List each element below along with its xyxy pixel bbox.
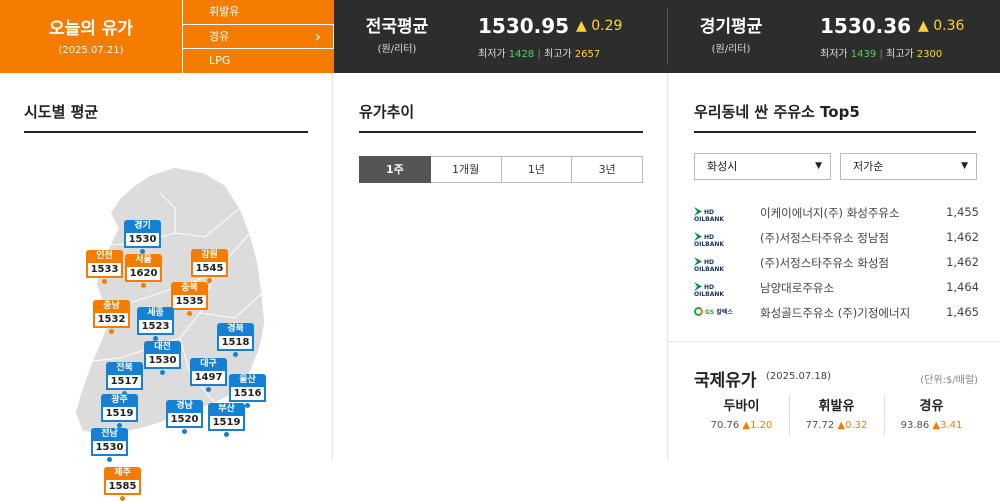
up-triangle-icon: ▲ [918,18,929,34]
national-average-price: 1530.95 [478,14,570,38]
tab-1-month[interactable]: 1개월 [430,156,502,183]
hd-hyundai-oilbank-logo: HD OILBANK [694,232,725,248]
station-row[interactable]: HD OILBANK 이케이에너지(주) 화성주유소 1,455 [694,203,979,223]
region-badge-gyeongnam[interactable]: 경남 1520 [166,400,203,434]
fuel-menu-item-diesel[interactable]: 경유 › [182,24,334,49]
gyeonggi-average-label: 경기평균 [699,17,763,37]
region-badge-daejeon[interactable]: 대전 1530 [144,341,181,375]
regional-average-title: 시도별 평균 [24,103,99,121]
today-date: (2025.07.21) [58,45,124,56]
region-badge-busan[interactable]: 부산 1519 [208,403,245,437]
intl-oil-dubai: 두바이 70.76 ▲1.20 [710,399,773,431]
region-badge-seoul[interactable]: 서울 1620 [125,254,162,288]
caret-down-icon: ▼ [961,161,968,171]
region-select[interactable]: 화성시 ▼ [694,153,831,180]
up-triangle-icon: ▲ [837,420,846,431]
station-row[interactable]: HD OILBANK (주)서정스타주유소 화성점 1,462 [694,253,979,273]
region-badge-gangwon[interactable]: 강원 1545 [191,249,228,283]
international-oil-title: 국제유가 [694,371,757,391]
national-average-change: ▲ 0.29 [576,18,623,34]
hd-hyundai-oilbank-logo: HD OILBANK [694,207,725,223]
period-tabs: 1주 1개월 1년 3년 [359,156,643,183]
price-trend-panel: 유가추이 1주 1개월 1년 3년 [333,73,668,459]
station-row[interactable]: HD OILBANK 남양대로주유소 1,464 [694,278,979,298]
region-badge-chungnam[interactable]: 충남 1532 [93,300,130,334]
national-average-unit: (원/리터) [377,44,417,55]
intl-oil-diesel: 경유 93.86 ▲3.41 [900,399,963,431]
hd-hyundai-oilbank-logo: HD OILBANK [694,257,725,273]
up-triangle-icon: ▲ [932,420,941,431]
chevron-right-icon: › [314,27,321,47]
gyeonggi-min-max: 최저가 1439 | 최고가 2300 [820,49,943,60]
tab-1-year[interactable]: 1년 [501,156,573,183]
region-badge-gwangju[interactable]: 광주 1519 [101,394,138,428]
international-oil-date: (2025.07.18) [766,371,832,382]
gyeonggi-average-change: ▲ 0.36 [918,18,965,34]
up-triangle-icon: ▲ [576,18,587,34]
caret-down-icon: ▼ [815,161,822,171]
top5-panel: 우리동네 싼 주유소 Top5 화성시 ▼ 저가순 ▼ HD OILBANK 이케이… [668,73,1000,459]
gs-caltex-logo: GS 칼텍스 [694,307,739,319]
section-underline [694,131,976,133]
station-row[interactable]: HD OILBANK (주)서정스타주유소 정남점 1,462 [694,228,979,248]
fuel-menu-item-lpg[interactable]: LPG [182,48,334,73]
gyeonggi-average: 경기평균 (원/리터) 1530.36 ▲ 0.36 최저가 1439 | 최고… [686,0,996,73]
intl-oil-gasoline: 휘발유 77.72 ▲0.32 [805,399,868,431]
top-bar: 오늘의 유가 (2025.07.21) 휘발유 경유 › LPG 전국평균 (원/… [0,0,1000,73]
section-underline [359,131,643,133]
international-oil-unit: (단위:$/배럴) [920,375,978,386]
section-divider [668,341,1000,342]
national-average: 전국평균 (원/리터) 1530.95 ▲ 0.29 최저가 1428 | 최고… [352,0,662,73]
gyeonggi-average-price: 1530.36 [820,14,912,38]
up-triangle-icon: ▲ [742,420,751,431]
national-min-max: 최저가 1428 | 최고가 2657 [478,49,601,60]
region-badge-chungbuk[interactable]: 충북 1535 [171,282,208,316]
tab-1-week[interactable]: 1주 [359,156,431,183]
region-badge-jeonnam[interactable]: 전남 1530 [91,428,128,462]
region-badge-daegu[interactable]: 대구 1497 [190,358,227,392]
region-badge-sejong[interactable]: 세종 1523 [137,307,174,341]
sort-select[interactable]: 저가순 ▼ [840,153,977,180]
gyeonggi-average-unit: (원/리터) [711,44,751,55]
region-badge-jeonbuk[interactable]: 전북 1517 [106,362,143,396]
hd-hyundai-oilbank-logo: HD OILBANK [694,282,725,298]
region-badge-gyeongbuk[interactable]: 경북 1518 [217,323,254,357]
header-divider [667,8,668,65]
fuel-menu: 휘발유 경유 › LPG [182,0,334,73]
today-price-box: 오늘의 유가 (2025.07.21) [0,0,182,73]
national-average-label: 전국평균 [365,17,429,37]
region-badge-jeju[interactable]: 제주 1585 [104,467,141,501]
tab-3-years[interactable]: 3년 [572,156,643,183]
fuel-menu-item-gasoline[interactable]: 휘발유 [182,0,334,25]
top5-title: 우리동네 싼 주유소 Top5 [694,103,860,121]
region-badge-gyeonggi[interactable]: 경기 1530 [124,220,161,254]
price-trend-title: 유가추이 [359,103,415,121]
regional-average-panel: 시도별 평균 경기 1530 인천 1533 서울 1620 강원 1545 충북 153… [0,73,333,501]
station-row[interactable]: GS 칼텍스 화성골드주유소 (주)기정에너지 1,465 [694,303,979,323]
region-badge-incheon[interactable]: 인천 1533 [86,250,123,284]
today-title: 오늘의 유가 [48,19,134,39]
